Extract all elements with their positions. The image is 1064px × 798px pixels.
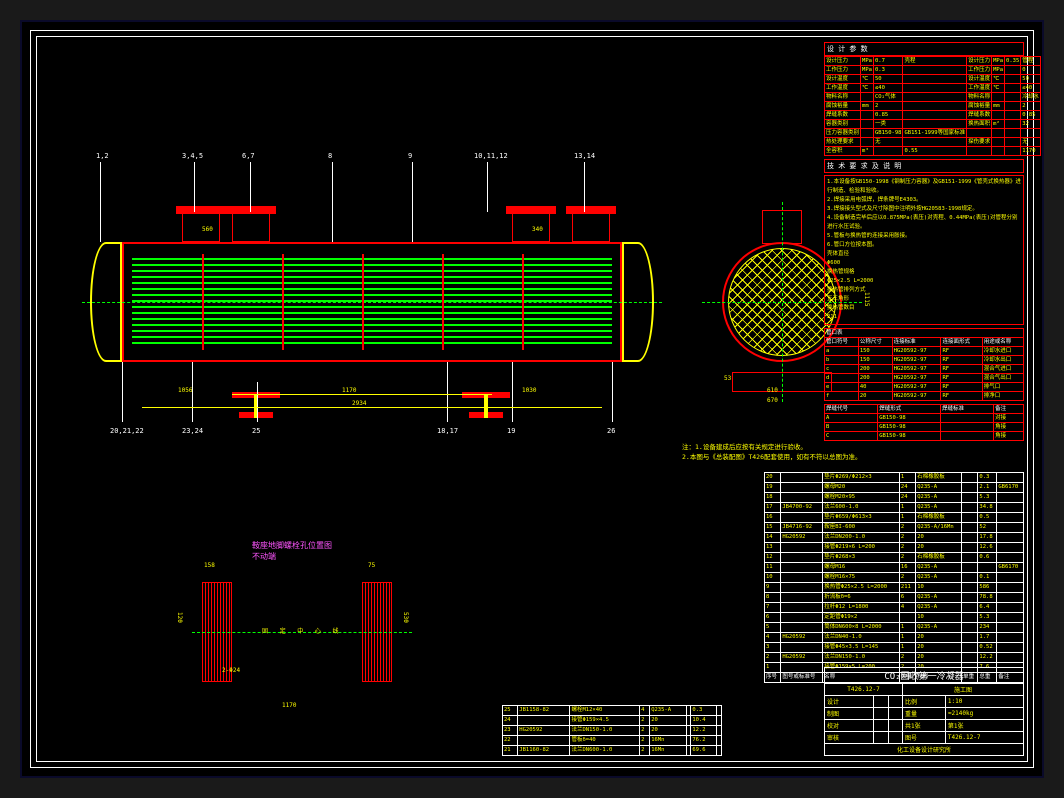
dim: 1170 xyxy=(282,702,296,709)
dim: 2934 xyxy=(352,400,366,407)
nozzle-d xyxy=(572,212,610,242)
dim: 120 xyxy=(176,612,183,623)
dim: 2-Φ24 xyxy=(222,667,240,674)
centerline-label: 固 定 中 心 线 xyxy=(262,626,342,635)
leader xyxy=(257,382,258,422)
callout: 25 xyxy=(252,427,260,435)
title-block: CO₂回收第一冷凝器 T426.12-7 施工图 设计 比例1:10制图 重量≈… xyxy=(824,667,1024,756)
dim: 610 xyxy=(767,387,778,394)
callout: 19 xyxy=(507,427,515,435)
dim: 53 xyxy=(724,375,731,382)
weld-table: 焊缝代号焊缝形式焊缝标准备注AGB150-98对接BGB150-98角接CGB1… xyxy=(824,404,1024,441)
dim: 1056 xyxy=(178,387,192,394)
callout: 6,7 xyxy=(242,152,255,160)
callout: 18,17 xyxy=(437,427,458,435)
dim: 158 xyxy=(204,562,215,569)
dim: 340 xyxy=(532,226,543,233)
leader xyxy=(487,162,488,212)
spec-tables: 设 计 参 数 设计压力MPa0.7壳程设计压力MPa0.35管程工作压力MPa… xyxy=(824,42,1024,441)
leader xyxy=(194,162,195,212)
design-data-title: 设 计 参 数 xyxy=(824,42,1024,56)
leader xyxy=(512,362,513,422)
dim: 560 xyxy=(202,226,213,233)
leader xyxy=(122,362,123,422)
nozzle-table: 管口表管口符号公称尺寸连接标准连接面形式用途或名称a150HG20592-97R… xyxy=(824,328,1024,401)
baffle xyxy=(282,254,284,350)
bom-upper: 20垫片Φ269/Φ212×31石棉橡胶板0.319螺母M2024Q235-A2… xyxy=(764,472,1024,683)
baffle xyxy=(442,254,444,350)
elevation-view: 1,2 3,4,5 6,7 8 9 10,11,12 13,14 20,21,2… xyxy=(82,182,662,462)
leader xyxy=(332,162,333,242)
drawing-title: CO₂回收第一冷凝器 xyxy=(825,668,1024,684)
callout: 9 xyxy=(408,152,412,160)
outer-frame: 1,2 3,4,5 6,7 8 9 10,11,12 13,14 20,21,2… xyxy=(20,20,1044,778)
design-data-table: 设计压力MPa0.7壳程设计压力MPa0.35管程工作压力MPa0.3工作压力M… xyxy=(824,56,1041,156)
dim: 530 xyxy=(402,612,409,623)
dim-line xyxy=(232,394,492,395)
baffle xyxy=(522,254,524,350)
dim: 75 xyxy=(368,562,375,569)
nozzle-a xyxy=(182,212,220,242)
dim: 670 xyxy=(767,397,778,404)
tech-req-title: 技 术 要 求 及 说 明 xyxy=(824,159,1024,173)
callout: 26 xyxy=(607,427,615,435)
leader xyxy=(447,362,448,422)
bom-table: 20垫片Φ269/Φ212×31石棉橡胶板0.319螺母M2024Q235-A2… xyxy=(764,472,1024,683)
centerline-v xyxy=(782,202,783,402)
dim-line xyxy=(142,407,602,408)
bom-lower: 25JB1158-82螺栓M12×404Q235-A0.324接管Φ159×4.… xyxy=(502,705,722,756)
detail-title: 鞍座地脚螺栓孔位置图不动端 xyxy=(252,540,332,562)
leader xyxy=(584,162,585,212)
dim: 1030 xyxy=(522,387,536,394)
leader xyxy=(612,362,613,422)
callout: 3,4,5 xyxy=(182,152,203,160)
callout: 8 xyxy=(328,152,332,160)
bottom-notes: 注：1.设备建成后应按有关规定进行验收。 2.本图与《总装配图》T426配套使用… xyxy=(682,442,861,462)
leader xyxy=(250,162,251,212)
leader xyxy=(100,162,101,242)
tech-req-notes: 1.本设备按GB150-1998《钢制压力容器》及GB151-1999《管壳式换… xyxy=(824,175,1024,325)
callout: 23,24 xyxy=(182,427,203,435)
callout: 1,2 xyxy=(96,152,109,160)
dim: 1170 xyxy=(342,387,356,394)
centerline xyxy=(82,302,662,303)
callout: 20,21,22 xyxy=(110,427,144,435)
detail-view: 鞍座地脚螺栓孔位置图不动端 158 75 1170 120 2-Φ24 固 定 … xyxy=(192,552,472,752)
callout: 10,11,12 xyxy=(474,152,508,160)
bom-table-2: 25JB1158-82螺栓M12×404Q235-A0.324接管Φ159×4.… xyxy=(502,705,722,756)
baffle xyxy=(202,254,204,350)
nozzle-c xyxy=(232,212,270,242)
callout: 13,14 xyxy=(574,152,595,160)
leader xyxy=(412,162,413,242)
baffle xyxy=(362,254,364,350)
nozzle-b xyxy=(512,212,550,242)
title-table: CO₂回收第一冷凝器 T426.12-7 施工图 设计 比例1:10制图 重量≈… xyxy=(824,667,1024,756)
